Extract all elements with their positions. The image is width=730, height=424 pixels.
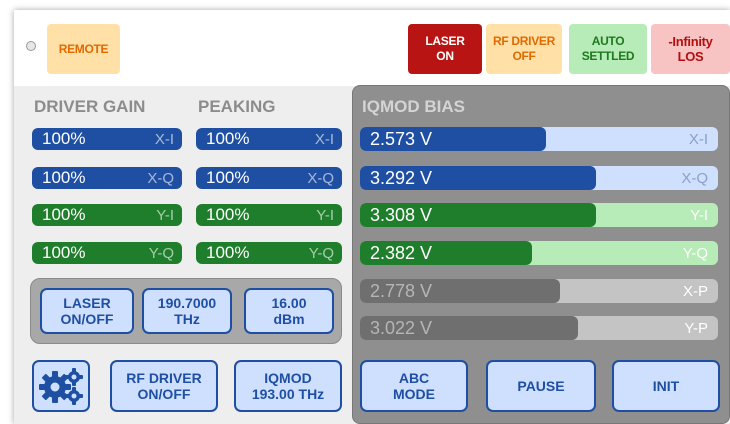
driver-gain-yq[interactable]: 100% Y-Q (32, 242, 182, 264)
init-label: INIT (652, 378, 680, 394)
bias-value: 3.292 V (370, 168, 433, 188)
iqmod-frequency-button[interactable]: IQMOD 193.00 THz (234, 360, 342, 412)
driver-gain-yi[interactable]: 100% Y-I (32, 204, 182, 226)
iqmod-bias-header: IQMOD BIAS (362, 97, 465, 116)
peaking-xq[interactable]: 100% X-Q (196, 167, 342, 189)
bias-value: 3.308 V (370, 205, 433, 225)
channel-label: X-P (682, 283, 708, 300)
channel-label: Y-P (684, 320, 708, 337)
frequency-button[interactable]: 190.7000 THz (142, 288, 232, 334)
channel-label: Y-I (156, 206, 174, 224)
driver-gain-value: 100% (42, 129, 86, 148)
bias-bar-yi[interactable]: 3.308 V Y-I (360, 203, 718, 227)
rf-driver-status-badge: RF DRIVER OFF (486, 24, 562, 74)
peaking-value: 100% (206, 168, 250, 187)
button-label-line1: 190.7000 (157, 295, 217, 311)
auto-status-line2: SETTLED (581, 49, 635, 63)
laser-status-line2: ON (436, 49, 454, 63)
button-label-line2: ON/OFF (137, 386, 191, 402)
channel-label: Y-Q (148, 244, 174, 262)
channel-label: Y-Q (682, 245, 708, 262)
driver-gain-xq[interactable]: 100% X-Q (32, 167, 182, 189)
driver-gain-header: DRIVER GAIN (34, 97, 146, 116)
laser-status-badge: LASER ON (408, 24, 482, 74)
pause-button[interactable]: PAUSE (486, 360, 596, 412)
bias-bar-xq[interactable]: 3.292 V X-Q (360, 166, 718, 190)
bias-value: 2.778 V (370, 281, 433, 301)
button-label-line2: 193.00 THz (251, 386, 325, 402)
channel-label: X-I (154, 130, 174, 148)
bias-value: 2.382 V (370, 243, 433, 263)
peaking-xi[interactable]: 100% X-I (196, 128, 342, 150)
bias-bar-xi[interactable]: 2.573 V X-I (360, 127, 718, 151)
peaking-value: 100% (206, 129, 250, 148)
driver-gain-value: 100% (42, 168, 86, 187)
driver-gain-value: 100% (42, 205, 86, 224)
pause-label: PAUSE (517, 378, 565, 394)
button-label-line1: RF DRIVER (126, 370, 202, 386)
channel-label: X-Q (147, 169, 174, 187)
gears-icon (39, 368, 83, 405)
channel-label: Y-I (316, 206, 334, 224)
remote-status-badge: REMOTE (47, 24, 120, 74)
driver-gain-value: 100% (42, 243, 86, 262)
channel-label: Y-Q (308, 244, 334, 262)
button-label-line1: IQMOD (264, 370, 312, 386)
peaking-value: 100% (206, 243, 250, 262)
button-label-line2: dBm (273, 311, 305, 327)
channel-label: X-Q (681, 170, 708, 187)
los-status-badge: -Infinity LOS (651, 24, 730, 74)
peaking-value: 100% (206, 205, 250, 224)
connection-indicator-icon (26, 41, 36, 51)
rf-driver-status-line1: RF DRIVER (493, 34, 555, 48)
peaking-yq[interactable]: 100% Y-Q (196, 242, 342, 264)
remote-label: REMOTE (58, 41, 109, 56)
abc-mode-button[interactable]: ABC MODE (360, 360, 468, 412)
laser-status-line1: LASER (425, 34, 465, 48)
button-label-line2: ON/OFF (60, 311, 114, 327)
peaking-yi[interactable]: 100% Y-I (196, 204, 342, 226)
bias-bar-yq[interactable]: 2.382 V Y-Q (360, 241, 718, 265)
auto-status-badge: AUTO SETTLED (569, 24, 647, 74)
channel-label: X-I (314, 130, 334, 148)
bias-bar-yp[interactable]: 3.022 V Y-P (360, 316, 718, 340)
channel-label: Y-I (690, 207, 708, 224)
bias-bar-xp[interactable]: 2.778 V X-P (360, 279, 718, 303)
bias-value: 2.573 V (370, 129, 433, 149)
peaking-header: PEAKING (198, 97, 276, 116)
driver-gain-xi[interactable]: 100% X-I (32, 128, 182, 150)
settings-button[interactable] (32, 360, 90, 412)
channel-label: X-I (688, 131, 708, 148)
button-label-line2: MODE (393, 386, 435, 402)
init-button[interactable]: INIT (612, 360, 720, 412)
button-label-line2: THz (174, 311, 200, 327)
los-status-line2: LOS (677, 49, 704, 64)
los-status-line1: -Infinity (668, 34, 713, 49)
bias-value: 3.022 V (370, 318, 433, 338)
button-label-line1: LASER (63, 295, 111, 311)
power-button[interactable]: 16.00 dBm (244, 288, 334, 334)
auto-status-line1: AUTO (591, 34, 625, 48)
button-label-line1: 16.00 (271, 295, 307, 311)
rf-driver-status-line2: OFF (512, 49, 536, 63)
laser-onoff-button[interactable]: LASER ON/OFF (40, 288, 134, 334)
rf-driver-onoff-button[interactable]: RF DRIVER ON/OFF (110, 360, 218, 412)
channel-label: X-Q (307, 169, 334, 187)
button-label-line1: ABC (398, 370, 430, 386)
